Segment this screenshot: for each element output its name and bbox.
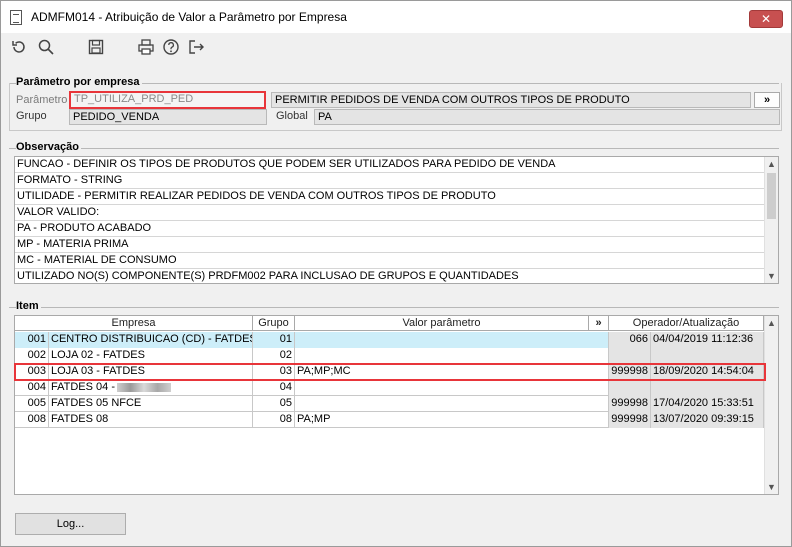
item-group-title: Item [16, 300, 41, 312]
cell-cod: 001 [15, 332, 49, 348]
row-highlight-outline [14, 363, 766, 381]
obs-group-divider [9, 148, 779, 149]
cell-grupo: 04 [253, 380, 295, 396]
col-header-empresa[interactable]: Empresa [15, 316, 253, 331]
cell-empresa: FATDES 08 [49, 412, 253, 428]
obs-line: PA - PRODUTO ACABADO [15, 221, 765, 237]
refresh-icon[interactable] [10, 38, 28, 56]
obs-line: MP - MATERIA PRIMA [15, 237, 765, 253]
obs-line: VALOR VALIDO: [15, 205, 765, 221]
cell-data: 17/04/2020 15:33:51 [651, 396, 764, 412]
global-field: PA [314, 109, 780, 125]
save-icon[interactable] [87, 38, 105, 56]
global-label: Global [276, 110, 308, 122]
log-button[interactable]: Log... [15, 513, 126, 535]
col-header-valor[interactable]: Valor parâmetro [295, 316, 589, 331]
cell-empresa: CENTRO DISTRIBUICAO (CD) - FATDES [49, 332, 253, 348]
obs-line: FUNCAO - DEFINIR OS TIPOS DE PRODUTOS QU… [15, 157, 765, 173]
cell-empresa: FATDES 04 - [51, 381, 115, 393]
cell-grupo: 02 [253, 348, 295, 364]
cell-operador [609, 380, 651, 396]
cell-valor[interactable] [295, 332, 609, 348]
cell-empresa: LOJA 02 - FATDES [49, 348, 253, 364]
print-icon[interactable] [137, 38, 155, 56]
cell-grupo: 05 [253, 396, 295, 412]
cell-valor[interactable] [295, 348, 609, 364]
obs-line: MC - MATERIAL DE CONSUMO [15, 253, 765, 269]
item-grid: Empresa Grupo Valor parâmetro » Operador… [14, 315, 779, 495]
table-row[interactable]: 004 FATDES 04 - 04 [15, 380, 764, 396]
cell-empresa: FATDES 05 NFCE [49, 396, 253, 412]
cell-cod: 002 [15, 348, 49, 364]
obs-line: FORMATO - STRING [15, 173, 765, 189]
window-title: ADMFM014 - Atribuição de Valor a Parâmet… [31, 10, 347, 24]
cell-grupo: 08 [253, 412, 295, 428]
col-header-grupo[interactable]: Grupo [253, 316, 295, 331]
parametro-label: Parâmetro [16, 94, 68, 106]
cell-valor[interactable] [295, 396, 609, 412]
cell-valor[interactable]: PA;MP [295, 412, 609, 428]
scroll-down-icon[interactable]: ▼ [765, 480, 778, 494]
observacao-textarea[interactable]: FUNCAO - DEFINIR OS TIPOS DE PRODUTOS QU… [14, 156, 779, 284]
grupo-field: PEDIDO_VENDA [69, 109, 267, 125]
grid-scrollbar[interactable]: ▲ ▼ [764, 316, 778, 494]
cell-grupo: 01 [253, 332, 295, 348]
title-bar: ADMFM014 - Atribuição de Valor a Parâmet… [1, 1, 791, 33]
item-group-divider [9, 307, 779, 308]
scroll-down-icon[interactable]: ▼ [765, 269, 778, 283]
cell-data [651, 380, 764, 396]
param-group-title: Parâmetro por empresa [16, 76, 142, 88]
parametro-description: PERMITIR PEDIDOS DE VENDA COM OUTROS TIP… [271, 92, 751, 108]
cell-operador: 066 [609, 332, 651, 348]
cell-operador: 999998 [609, 412, 651, 428]
col-header-more-button[interactable]: » [589, 316, 609, 331]
scroll-up-icon[interactable]: ▲ [765, 316, 778, 330]
cell-valor[interactable] [295, 380, 609, 396]
table-row[interactable]: 002 LOJA 02 - FATDES 02 [15, 348, 764, 364]
grid-header: Empresa Grupo Valor parâmetro » Operador… [15, 316, 764, 331]
obs-group-title: Observação [16, 141, 81, 153]
exit-icon[interactable] [187, 38, 205, 56]
col-header-operador[interactable]: Operador/Atualização [609, 316, 764, 331]
redacted-text [116, 382, 171, 392]
cell-data: 04/04/2019 11:12:36 [651, 332, 764, 348]
table-row[interactable]: 008 FATDES 08 08 PA;MP 999998 13/07/2020… [15, 412, 764, 428]
scroll-thumb[interactable] [767, 173, 776, 219]
cell-operador [609, 348, 651, 364]
cell-cod: 005 [15, 396, 49, 412]
table-row[interactable]: 001 CENTRO DISTRIBUICAO (CD) - FATDES 01… [15, 332, 764, 348]
document-icon [10, 10, 22, 25]
search-icon[interactable] [37, 38, 55, 56]
obs-line: UTILIZADO NO(S) COMPONENTE(S) PRDFM002 P… [15, 269, 765, 283]
scroll-up-icon[interactable]: ▲ [765, 157, 778, 171]
cell-cod: 004 [15, 380, 49, 396]
obs-line: UTILIDADE - PERMITIR REALIZAR PEDIDOS DE… [15, 189, 765, 205]
parametro-input[interactable]: TP_UTILIZA_PRD_PED [69, 91, 266, 109]
cell-data: 13/07/2020 09:39:15 [651, 412, 764, 428]
help-icon[interactable] [162, 38, 180, 56]
cell-operador: 999998 [609, 396, 651, 412]
obs-scrollbar[interactable]: ▲ ▼ [764, 157, 778, 283]
toolbar [1, 33, 791, 61]
close-button[interactable]: ✕ [749, 10, 783, 28]
main-window: ADMFM014 - Atribuição de Valor a Parâmet… [0, 0, 792, 547]
table-row[interactable]: 005 FATDES 05 NFCE 05 999998 17/04/2020 … [15, 396, 764, 412]
cell-empresa-wrap: FATDES 04 - [49, 380, 253, 396]
parametro-more-button[interactable]: » [754, 92, 780, 108]
grupo-label: Grupo [16, 110, 47, 122]
cell-cod: 008 [15, 412, 49, 428]
cell-data [651, 348, 764, 364]
